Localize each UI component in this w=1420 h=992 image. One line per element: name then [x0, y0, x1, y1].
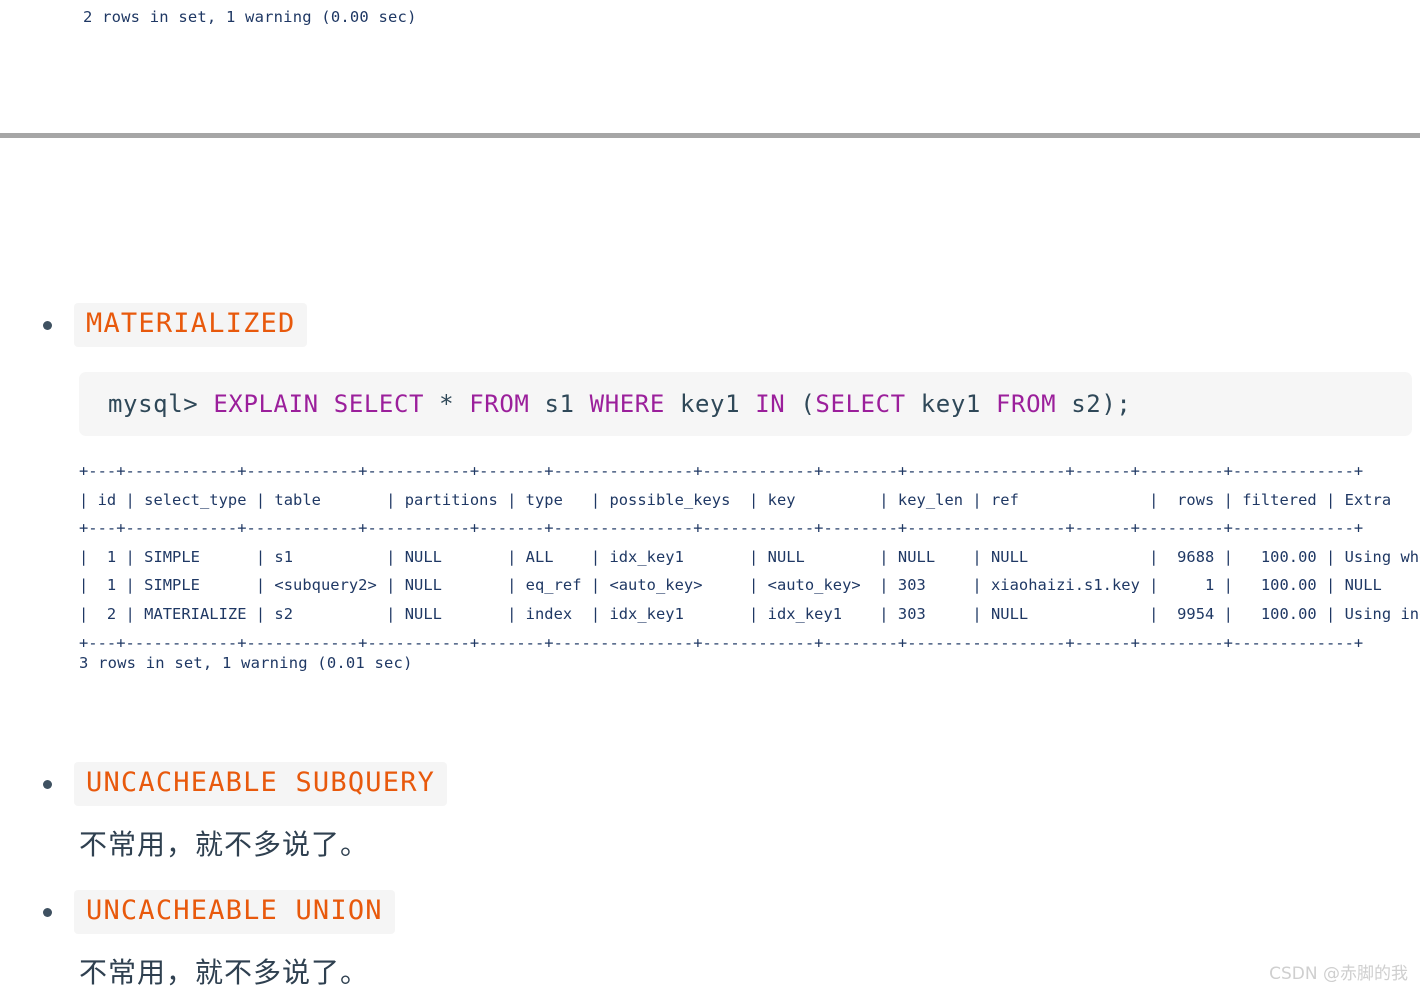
- explain-output-table: +---+------------+------------+---------…: [79, 462, 1420, 652]
- sql-identifier: s2);: [1056, 390, 1132, 418]
- csdn-watermark: CSDN @赤脚的我: [1269, 964, 1408, 984]
- badge-materialized: MATERIALIZED: [74, 303, 308, 348]
- sql-statement: mysql> EXPLAIN SELECT * FROM s1 WHERE ke…: [108, 390, 1131, 418]
- list-item-uncacheable-union: UNCACHEABLE UNION: [43, 890, 395, 935]
- note-uncacheable-union: 不常用，就不多说了。: [79, 956, 370, 989]
- sql-keyword: SELECT: [333, 390, 425, 418]
- sql-identifier: key1: [664, 390, 756, 418]
- section-divider: [0, 133, 1420, 138]
- sql-identifier: (: [785, 390, 816, 418]
- bullet-dot-icon: [43, 320, 52, 330]
- list-item-uncacheable-subquery: UNCACHEABLE SUBQUERY: [43, 762, 448, 807]
- sql-identifier: [319, 390, 334, 418]
- badge-uncacheable-union: UNCACHEABLE UNION: [74, 890, 395, 935]
- sql-keyword: IN: [755, 390, 786, 418]
- bullet-dot-icon: [43, 779, 52, 789]
- sql-keyword: EXPLAIN: [213, 390, 319, 418]
- sql-identifier: *: [424, 390, 470, 418]
- sql-tokens: EXPLAIN SELECT * FROM s1 WHERE key1 IN (…: [213, 390, 1131, 418]
- sql-identifier: s1: [529, 390, 590, 418]
- bottom-result-line: 3 rows in set, 1 warning (0.01 sec): [79, 654, 413, 672]
- sql-keyword: FROM: [996, 390, 1057, 418]
- list-item-materialized: MATERIALIZED: [43, 303, 308, 348]
- sql-prompt: mysql>: [108, 390, 214, 418]
- sql-keyword: WHERE: [589, 390, 665, 418]
- sql-keyword: FROM: [469, 390, 530, 418]
- bullet-dot-icon: [43, 907, 52, 917]
- sql-identifier: key1: [905, 390, 996, 418]
- badge-uncacheable-subquery: UNCACHEABLE SUBQUERY: [74, 762, 448, 807]
- note-uncacheable-subquery: 不常用，就不多说了。: [79, 828, 370, 861]
- top-result-line: 2 rows in set, 1 warning (0.00 sec): [83, 8, 417, 26]
- sql-keyword: SELECT: [815, 390, 906, 418]
- sql-code-block[interactable]: mysql> EXPLAIN SELECT * FROM s1 WHERE ke…: [79, 372, 1412, 436]
